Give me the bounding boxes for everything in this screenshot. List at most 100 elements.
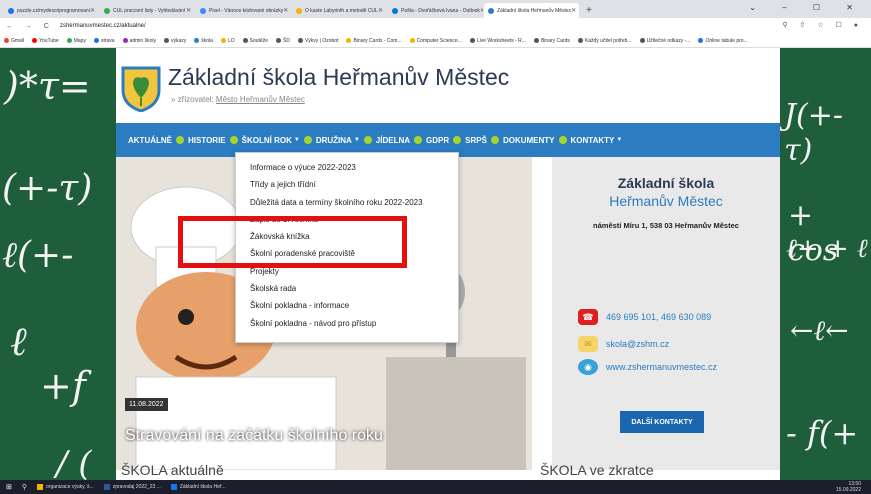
email-link[interactable]: skola@zshm.cz [606,339,669,349]
bookmark-label: Computer Science... [416,37,462,44]
browser-tab[interactable]: Pošta - Dvořáčková Ivana - Outlook ✕ [388,3,483,18]
bookmark-label: Online tabule pro... [705,37,748,44]
browser-tab[interactable]: Pixel - Vánoce kódované obrázky ✕ [196,3,291,18]
more-contacts-button[interactable]: DALŠÍ KONTAKTY [620,411,704,433]
site-title[interactable]: Základní škola Heřmanův Městec [168,64,509,91]
menu-item[interactable]: KONTAKTY ▼ [571,136,623,145]
bookmark-label: výkazy [170,37,187,44]
bookmark-item[interactable]: strava [93,38,115,44]
bookmark-item[interactable]: výkazy [163,37,187,44]
menu-item[interactable]: DOKUMENTY [503,136,555,145]
taskbar-app[interactable]: organizace výuky, š... [37,484,94,490]
browser-tab[interactable]: Základní škola Heřmanův Městec ✕ [484,3,579,18]
phone-numbers[interactable]: 469 695 101, 469 630 089 [606,312,711,322]
bookmark-item[interactable]: škola [194,38,213,44]
menu-item[interactable]: SRPŠ [465,136,487,145]
bookmark-label: Binary Cards - Com... [353,37,402,44]
tab-label: O kaste Labyrinth a metodě CUL [305,7,378,14]
web-link[interactable]: www.zshermanuvmestec.cz [606,362,717,372]
bookmark-favicon-icon [698,38,704,43]
dropdown-item[interactable]: Informace o výuce 2022-2023 [236,159,458,176]
taskbar-app-label: zpravodaj 2022_23 ... [112,484,161,490]
chalk-formula: ℓ+ + ℓ [786,234,868,264]
dropdown-item[interactable]: Důležitá data a termíny školního roku 20… [236,194,458,211]
subtitle-prefix: » zřizovatel: [171,95,214,104]
bookmark-item[interactable]: LO [220,38,235,44]
dropdown-item[interactable]: Školní pokladna - návod pro přístup [236,315,458,332]
bookmark-item[interactable]: Gmail [4,38,24,44]
bookmark-favicon-icon [163,38,169,43]
bookmark-item[interactable]: Binary Cards [533,38,570,44]
dropdown-item[interactable]: Školská rada [236,280,458,297]
menu-item[interactable]: DRUŽINA ▼ [316,136,360,145]
browser-nav-buttons[interactable]: ← → C [6,23,54,30]
dropdown-item[interactable]: Třídy a jejich třídní [236,176,458,193]
tab-close-icon[interactable]: ✕ [283,7,288,14]
tab-close-icon[interactable]: ✕ [186,7,191,14]
browser-toolbar-icons[interactable]: ⚲ ⇧ ☆ ☐ ● [782,21,863,29]
menu-item[interactable]: HISTORIE [188,136,226,145]
system-clock[interactable]: 13:50 15.09.2022 [836,481,861,493]
tab-close-icon[interactable]: ✕ [480,7,483,14]
bookmark-item[interactable]: Computer Science... [409,37,462,44]
article-title[interactable]: Stravování na začátku školního roku [125,427,383,445]
bookmark-favicon-icon [639,38,645,43]
browser-tab[interactable]: puzzle.cz/mydescriprogramovani ✕ [4,3,99,18]
chalk-formula: +f [40,364,86,408]
contact-panel: Základní škola Heřmanův Městec náměstí M… [552,157,780,470]
windows-start-icon[interactable]: ⊞ [6,483,12,491]
bookmark-label: Užitečné odkazy -... [646,37,691,44]
tab-close-icon[interactable]: ✕ [378,7,383,14]
bookmark-favicon-icon [93,38,99,43]
bookmark-favicon-icon [577,38,583,43]
coat-of-arms-logo[interactable] [120,64,162,112]
menu-separator-dot [490,136,499,144]
menu-item[interactable]: ŠKOLNÍ ROK ▼ [242,136,300,145]
browser-tab[interactable]: CUL pracovní listy - Vyhledávání ✕ [100,3,195,18]
bookmark-item[interactable]: Užitečné odkazy -... [639,37,691,44]
bookmark-item[interactable]: Binary Cards - Com... [346,37,402,44]
tab-favicon-icon [104,7,110,14]
site-header: Základní škola Heřmanův Městec » zřizova… [116,48,780,118]
bookmark-item[interactable]: admin školy [122,38,156,44]
menu-item[interactable]: GDPR [426,136,449,145]
menu-separator-dot [303,136,312,144]
bookmark-favicon-icon [297,38,303,43]
new-tab-button[interactable]: + [586,3,592,18]
bookmark-item[interactable]: Online tabule pro... [698,37,748,44]
url-input[interactable]: zshermanuvmestec.cz/aktualne/ [60,23,146,29]
search-icon[interactable]: ⚲ [22,483,27,491]
taskbar-app[interactable]: zpravodaj 2022_23 ... [103,484,161,490]
menu-item-label: DOKUMENTY [502,135,555,145]
app-icon [37,484,44,490]
bookmark-item[interactable]: ŠD [275,38,290,44]
menu-item-label: AKTUÁLNĚ [128,135,172,145]
taskbar-app[interactable]: Základní škola Heř... [170,484,226,490]
bookmark-favicon-icon [66,38,72,43]
bookmark-item[interactable]: YouTube [32,38,59,44]
browser-tab[interactable]: O kaste Labyrinth a metodě CUL ✕ [292,3,387,18]
bookmark-item[interactable]: Výkvy | Ozobot [297,37,339,44]
bookmark-label: Výkvy | Ozobot [304,37,339,44]
tab-close-icon[interactable]: ✕ [571,7,576,14]
bookmark-favicon-icon [4,38,9,43]
menu-item[interactable]: JÍDELNA [376,136,410,145]
bookmark-item[interactable]: Soutěže [242,38,268,44]
founder-link[interactable]: Město Heřmanův Městec [216,95,305,104]
window-controls[interactable]: ⌄ – ☐ ✕ [749,3,865,12]
bookmark-label: Mapy [73,37,86,44]
menu-item[interactable]: AKTUÁLNĚ [128,136,172,145]
bookmark-item[interactable]: Mapy [66,37,86,44]
bookmark-favicon-icon [275,38,281,43]
dropdown-item[interactable]: Školní pokladna - informace [236,297,458,314]
chalk-formula: )*τ= [4,64,91,108]
tab-close-icon[interactable]: ✕ [90,7,95,14]
envelope-icon: ✉ [578,336,598,352]
clock-date: 15.09.2022 [835,487,861,493]
browser-tab-strip: puzzle.cz/mydescriprogramovani ✕ CUL praco… [0,0,871,18]
address-bar: ← → C zshermanuvmestec.cz/aktualne/ ⚲ ⇧ … [0,18,871,34]
contact-address: náměstí Míru 1, 538 03 Heřmanův Městec [593,221,739,230]
taskbar-app-label: Základní škola Heř... [179,484,226,490]
bookmark-item[interactable]: Live Worksheets - R... [469,38,526,44]
bookmark-item[interactable]: Každý učitel potřeb... [577,38,632,44]
